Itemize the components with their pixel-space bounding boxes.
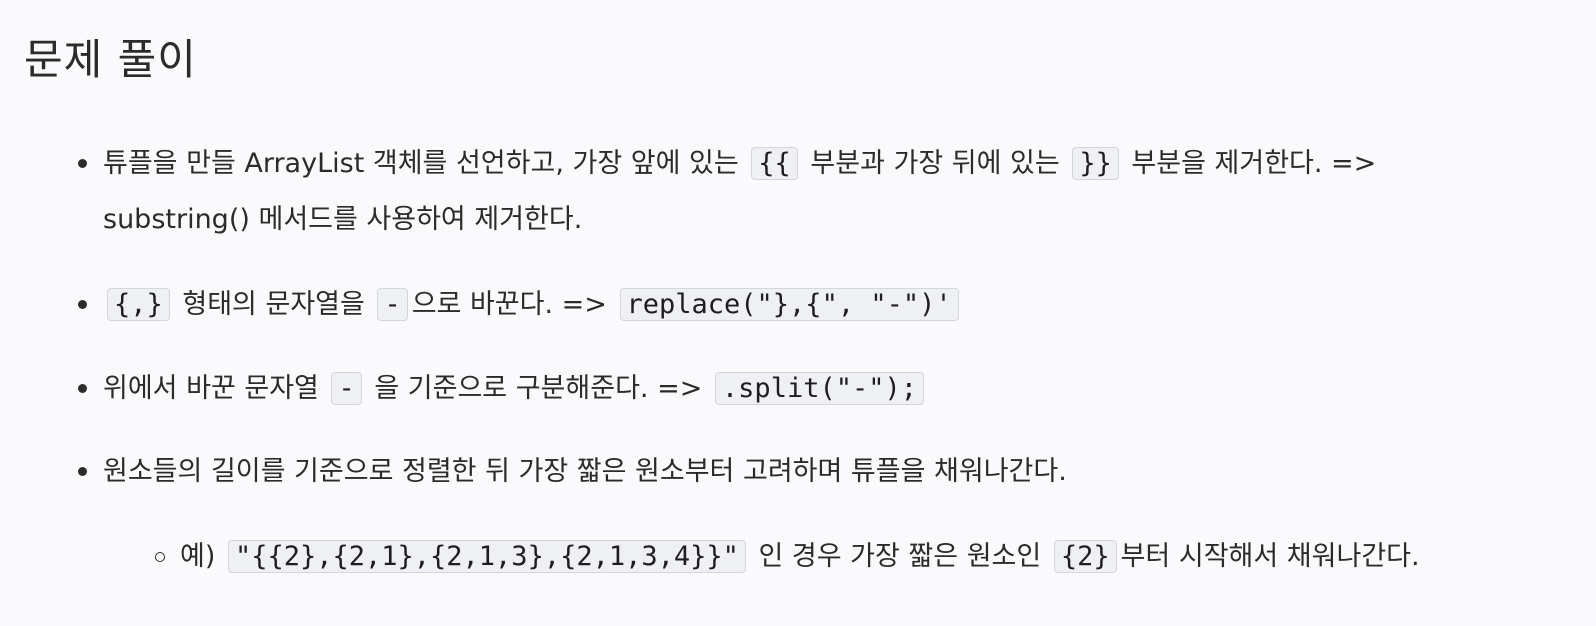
list-bullet-3 [78, 384, 87, 393]
subitem-code-shortest: {2} [1053, 540, 1117, 573]
list-bullet-4 [78, 467, 87, 476]
list-bullet-1 [78, 159, 87, 168]
item-1-code-close-braces: }} [1072, 147, 1119, 180]
list-bullet-2 [78, 300, 87, 309]
item-3-code-split: .split("-"); [714, 372, 924, 405]
list-item-3: 위에서 바꾼 문자열 - 을 기준으로 구분해준다. => .split("-"… [103, 361, 1506, 417]
item-1-code-open-braces: {{ [751, 147, 798, 180]
item-2-text-a: 형태의 문자열을 [182, 289, 365, 320]
section-heading: 문제 풀이 [24, 35, 197, 84]
item-3-text-b: 을 기준으로 구분해준다. => [374, 373, 703, 404]
sublist-item: 예) "{{2},{2,1},{2,1,3},{2,1,3,4}}" 인 경우 … [180, 529, 1576, 585]
sublist-bullet [155, 552, 165, 562]
list-item-1-line-2: substring() 메서드를 사용하여 제거한다. [103, 204, 583, 235]
subitem-code-example: "{{2},{2,1},{2,1,3},{2,1,3,4}}" [227, 540, 746, 573]
item-1-text-c: 부분을 제거한다. => [1131, 148, 1377, 179]
list-item-1-line-1: 튜플을 만들 ArrayList 객체를 선언하고, 가장 앞에 있는 {{ 부… [103, 136, 1506, 192]
subitem-text-b: 인 경우 가장 짧은 원소인 [758, 541, 1042, 572]
item-3-code-dash: - [331, 372, 362, 405]
item-2-code-replace: replace("},{", "-")' [619, 288, 959, 321]
item-1-text-a: 튜플을 만들 ArrayList 객체를 선언하고, 가장 앞에 있는 [103, 148, 739, 179]
list-item-4: 원소들의 길이를 기준으로 정렬한 뒤 가장 짧은 원소부터 고려하며 튜플을 … [103, 456, 1067, 487]
item-2-code-dash: - [377, 288, 408, 321]
list-item-2: {,} 형태의 문자열을 - 으로 바꾼다. => replace("},{", … [103, 277, 1506, 333]
subitem-text-c: 부터 시작해서 채워나간다. [1120, 541, 1420, 572]
item-3-text-a: 위에서 바꾼 문자열 [103, 373, 319, 404]
item-2-text-b: 으로 바꾼다. => [411, 289, 607, 320]
item-2-code-pattern: {,} [107, 288, 170, 321]
subitem-text-a: 예) [180, 541, 216, 572]
item-1-text-b: 부분과 가장 뒤에 있는 [810, 148, 1060, 179]
